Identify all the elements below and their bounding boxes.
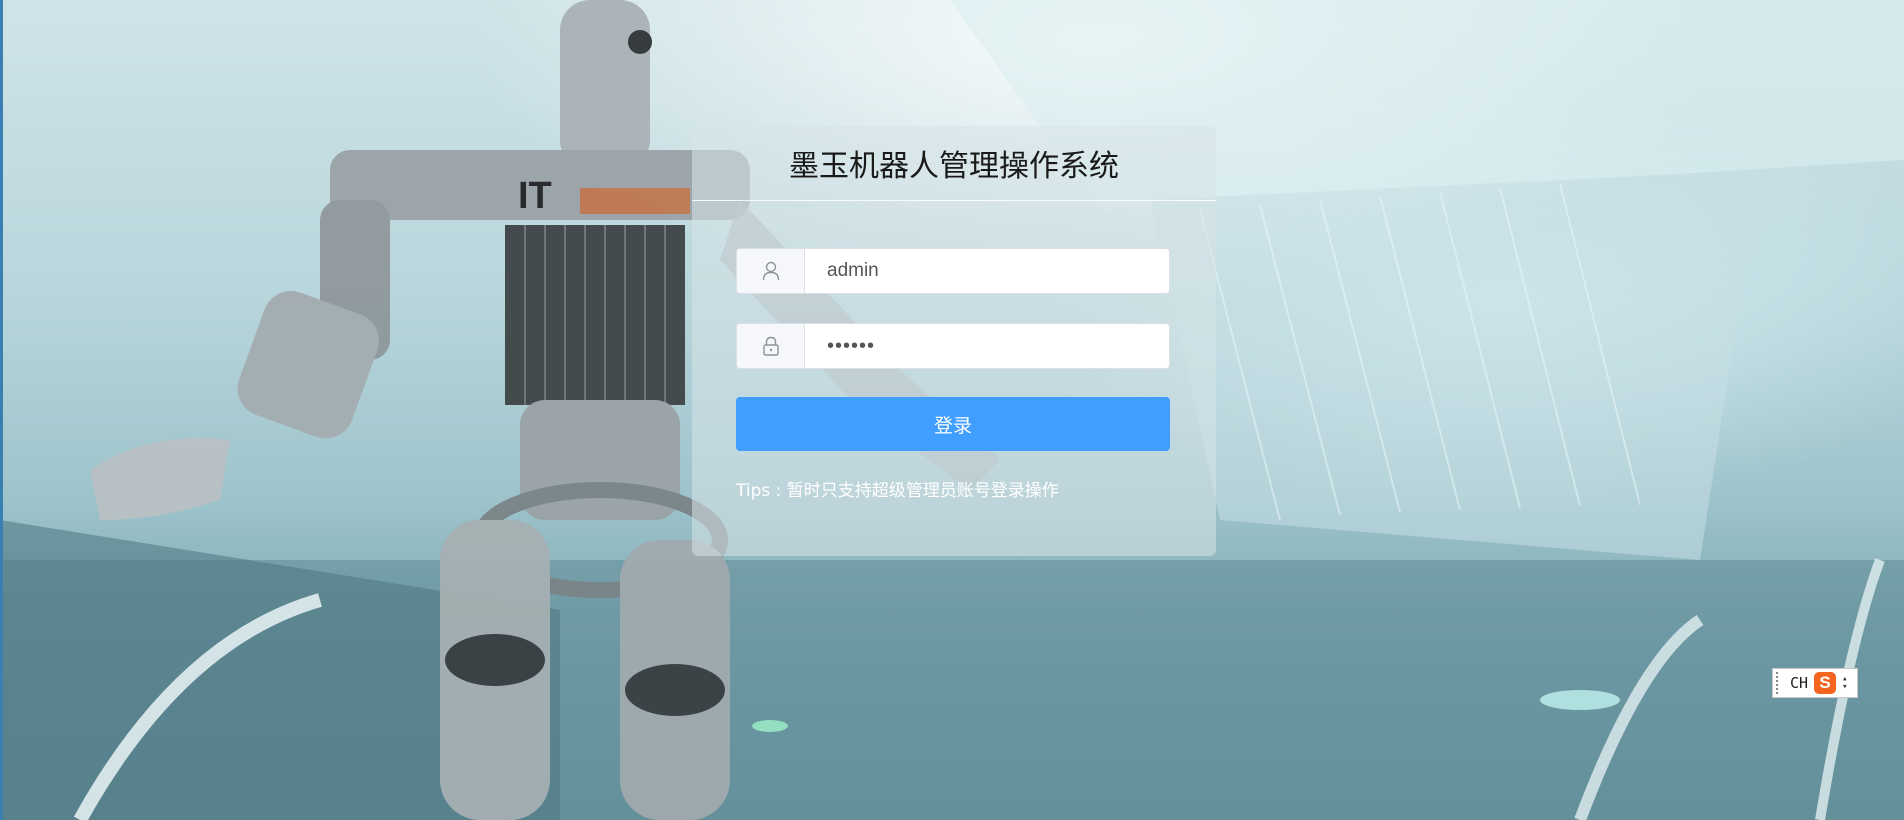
password-input[interactable] (805, 324, 1169, 368)
ime-menu-arrows-icon[interactable]: ▴ ▾ (1842, 675, 1847, 692)
username-input[interactable] (805, 249, 1169, 293)
lock-icon (737, 324, 805, 368)
user-icon (737, 249, 805, 293)
login-panel: 墨玉机器人管理操作系统 登录 Tips : 暂时只支持超级管理员账号登录操作 (692, 126, 1216, 556)
password-field[interactable] (736, 323, 1170, 369)
username-field[interactable] (736, 248, 1170, 294)
ime-language-indicator[interactable]: CH (1790, 674, 1808, 692)
login-button[interactable]: 登录 (736, 397, 1170, 451)
ime-toolbar[interactable]: CH S ▴ ▾ (1772, 668, 1858, 698)
drag-handle-icon[interactable] (1776, 672, 1782, 694)
tips-text: Tips : 暂时只支持超级管理员账号登录操作 (736, 481, 1059, 501)
window-left-edge (0, 0, 3, 820)
login-title: 墨玉机器人管理操作系统 (692, 126, 1216, 201)
svg-text:IT: IT (518, 175, 552, 217)
sogou-logo-icon[interactable]: S (1814, 672, 1837, 694)
